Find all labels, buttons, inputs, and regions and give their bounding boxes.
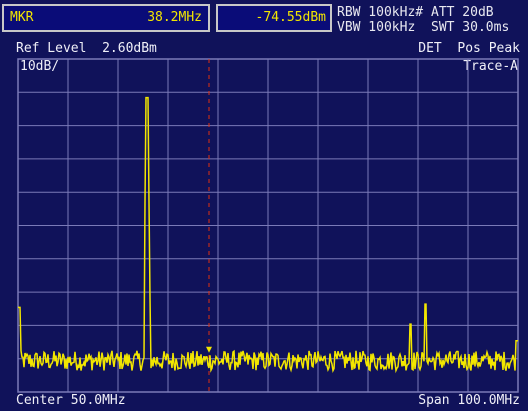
grid xyxy=(18,59,518,392)
spectrum-plot[interactable] xyxy=(0,0,528,411)
marker-point xyxy=(206,346,212,353)
